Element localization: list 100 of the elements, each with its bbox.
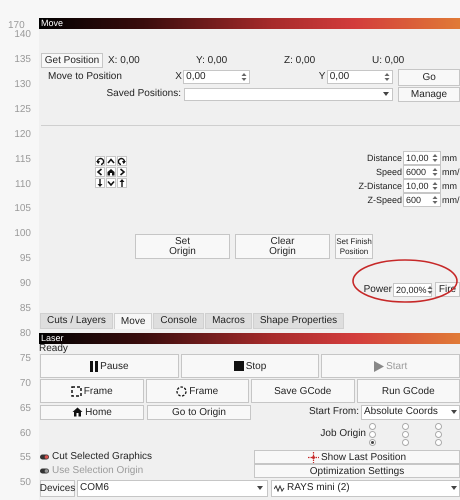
field-label: Start From: [308, 406, 359, 418]
number-field[interactable]: 0,00 [326, 70, 394, 84]
ruler-label: 115 [15, 154, 31, 165]
laser-button[interactable]: Run GCode [356, 379, 460, 403]
chevron-down-icon [106, 178, 116, 188]
field-label: Distance [366, 152, 402, 164]
field-label: Power [364, 284, 392, 296]
ruler-label: 120 [14, 128, 31, 140]
manage-button[interactable]: Manage [398, 86, 460, 102]
dashed-square-icon [70, 386, 82, 396]
spinner-icon [432, 181, 438, 191]
toggle-icon [40, 468, 49, 474]
radio-button[interactable] [402, 438, 409, 446]
start-from-dropdown[interactable]: Absolute Coords [361, 404, 460, 420]
spinner-icon [426, 284, 433, 294]
radio-button[interactable] [369, 422, 376, 430]
tab[interactable]: Macros [205, 313, 252, 329]
field-label: X [175, 71, 182, 83]
tab[interactable]: Cuts / Layers [40, 313, 113, 329]
laser-button[interactable]: Save GCode [251, 379, 354, 403]
go-to-origin-button[interactable]: Go to Origin [147, 404, 251, 420]
number-field[interactable]: 10,00 [403, 179, 441, 193]
coordinate-readout: U: 0,00 [372, 54, 406, 66]
caret-icon [257, 486, 263, 490]
tab[interactable]: Move [114, 313, 152, 329]
home-icon [72, 407, 84, 417]
field-label: Job Origin [320, 428, 366, 440]
ruler-label: 100 [14, 228, 31, 240]
number-field[interactable]: 10,00 [403, 151, 441, 165]
port-dropdown[interactable]: COM6 [77, 480, 268, 496]
jog-button[interactable] [95, 156, 105, 166]
rotate-cw-icon [117, 156, 127, 166]
field-label: Z-Distance [357, 180, 402, 192]
ruler-label: 65 [20, 402, 31, 414]
home-icon [106, 167, 116, 177]
origin-button[interactable]: Set Origin [135, 234, 230, 259]
ruler-label: 80 [20, 328, 31, 339]
ruler-label: 75 [20, 352, 31, 364]
ruler-label: 140 [14, 29, 31, 40]
unit-label: mm [442, 180, 458, 192]
number-field[interactable]: 6000 [403, 165, 441, 179]
chevron-right-icon [117, 167, 127, 177]
spinner-icon [432, 195, 438, 205]
number-field[interactable]: 20,00% [393, 282, 432, 296]
show-last-position-button[interactable]: Show Last Position [254, 450, 460, 464]
home-button[interactable]: Home [40, 404, 144, 420]
option-label: Cut Selected Graphics [52, 451, 152, 463]
tab[interactable]: Shape Properties [252, 313, 344, 329]
radio-button[interactable] [369, 430, 376, 438]
ruler-label: 125 [14, 104, 31, 115]
field-label: Saved Positions: [106, 88, 181, 100]
radio-button[interactable] [402, 422, 409, 430]
unit-label: mm/ [442, 194, 460, 206]
radio-button[interactable] [369, 438, 376, 446]
ruler-label: 110 [15, 178, 31, 190]
number-field[interactable]: 0,00 [183, 70, 250, 84]
caret-icon [383, 92, 389, 96]
ruler-label: 85 [20, 303, 31, 314]
go-button[interactable]: Go [398, 68, 460, 86]
device-dropdown[interactable]: RAYS mini (2) [271, 480, 460, 496]
rotate-ccw-icon [95, 156, 105, 166]
get-position-button[interactable]: Get Position [41, 53, 103, 68]
radio-button[interactable] [402, 430, 409, 438]
jog-button[interactable] [117, 156, 127, 166]
spinner-icon [240, 72, 247, 82]
status-text: Ready [39, 344, 69, 354]
play-icon [374, 360, 384, 372]
ruler-label: 90 [20, 278, 31, 290]
devices-button[interactable]: Devices [40, 480, 75, 496]
field-label: Y [318, 71, 326, 83]
origin-button[interactable]: Clear Origin [235, 234, 330, 259]
caret-icon [451, 410, 457, 414]
ruler-label: 70 [20, 378, 31, 389]
laser-button[interactable]: Frame [146, 379, 249, 403]
ruler-label: 95 [20, 253, 31, 264]
ruler-label: 60 [20, 428, 31, 438]
ruler-label: 55 [20, 452, 31, 464]
origin-button[interactable]: Set Finish Position [335, 234, 373, 259]
laser-button[interactable]: Stop [180, 354, 320, 378]
unit-label: mm [442, 152, 458, 164]
panel-title: Laser [39, 333, 460, 344]
panel-title: Move [39, 18, 460, 29]
radio-button[interactable] [435, 438, 442, 446]
coordinate-readout: X: 0,00 [108, 54, 141, 66]
arrow-down-icon [95, 178, 105, 188]
optimization-settings-button[interactable]: Optimization Settings [254, 464, 460, 478]
laser-button[interactable]: Pause [40, 354, 179, 378]
pause-icon [90, 360, 98, 372]
number-field[interactable]: 600 [403, 193, 441, 207]
field-label: Move to Position [48, 71, 123, 83]
option-label: Use Selection Origin [52, 465, 144, 477]
caret-icon [451, 486, 457, 490]
laser-button[interactable]: Frame [40, 379, 144, 403]
tab[interactable]: Console [153, 313, 204, 329]
unit-label: mm/ [442, 166, 460, 178]
ruler-label: 135 [14, 54, 31, 65]
dashed-circle-icon [176, 386, 188, 396]
radio-button[interactable] [435, 430, 442, 438]
radio-button[interactable] [435, 422, 442, 430]
field-label: Speed [374, 166, 402, 178]
